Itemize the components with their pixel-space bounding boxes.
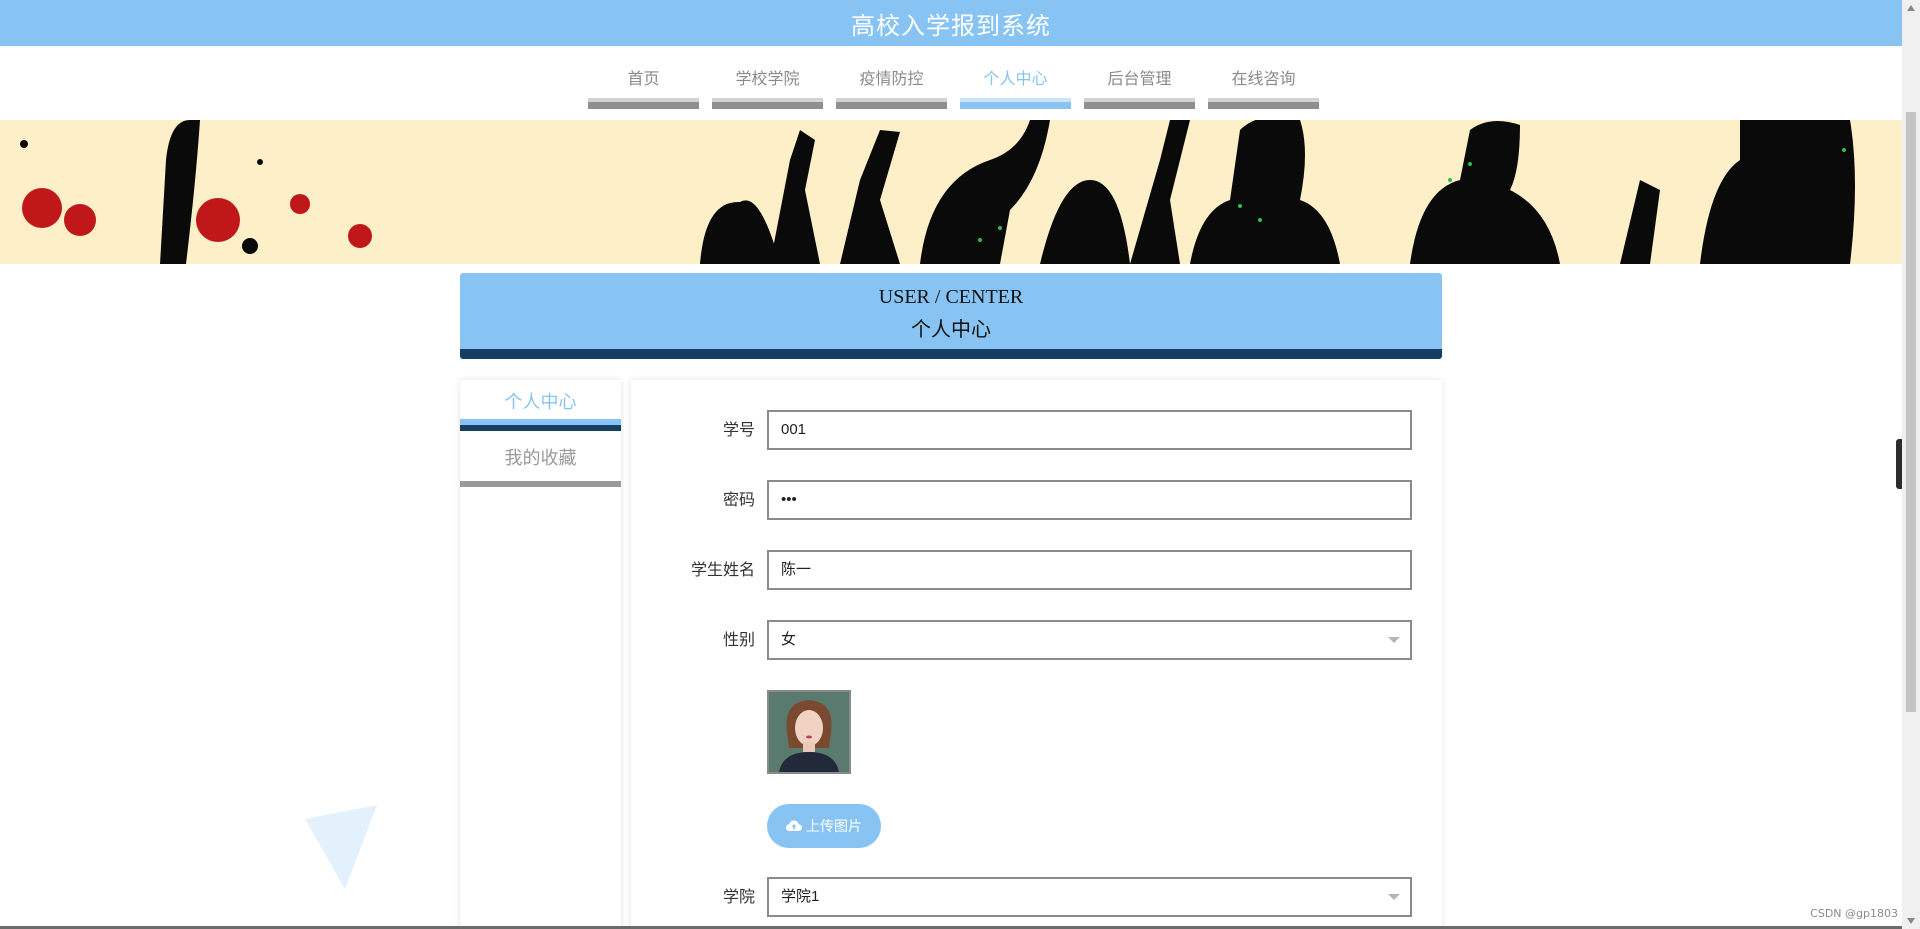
- side-item-user-center[interactable]: 个人中心: [460, 380, 621, 436]
- banner-image: [0, 120, 1902, 264]
- profile-form: 学号 001 密码 ••• 学生姓名 陈一 性别 女 上传图片 学院 学院1: [631, 380, 1442, 929]
- nav-item-bar: [1084, 98, 1195, 109]
- form-row-password: 密码 •••: [631, 480, 1442, 520]
- section-title-en: USER / CENTER: [878, 286, 1024, 308]
- gender-select[interactable]: 女: [767, 620, 1412, 660]
- scroll-down-arrow[interactable]: [1907, 918, 1915, 924]
- nav-item-consult[interactable]: 在线咨询: [1208, 58, 1319, 110]
- nav-item-colleges[interactable]: 学校学院: [712, 58, 823, 110]
- nav-item-bar: [836, 98, 947, 109]
- nav-item-label: 首页: [627, 69, 660, 88]
- form-row-student-id: 学号 001: [631, 410, 1442, 450]
- nav-item-bar: [1208, 98, 1319, 109]
- nav-item-label: 疫情防控: [859, 69, 924, 88]
- crowd-silhouette-illustration: [20, 120, 1855, 264]
- nav-item-bar: [712, 98, 823, 109]
- page: 高校入学报到系统 首页 学校学院 疫情防控 个人中心 后台管理 在线咨询 USE…: [0, 0, 1920, 929]
- upload-image-button[interactable]: 上传图片: [767, 804, 881, 848]
- side-item-label: 我的收藏: [504, 448, 577, 469]
- form-row-gender: 性别 女: [631, 620, 1442, 660]
- portrait-image: [769, 692, 849, 772]
- upload-button-label: 上传图片: [806, 819, 862, 835]
- form-row-college: 学院 学院1: [631, 877, 1442, 917]
- side-menu: 个人中心 我的收藏: [460, 380, 621, 929]
- avatar-photo: [767, 690, 851, 774]
- student-id-label: 学号: [722, 420, 755, 439]
- nav-item-epidemic[interactable]: 疫情防控: [836, 58, 947, 110]
- password-input[interactable]: •••: [767, 480, 1412, 520]
- college-label: 学院: [722, 887, 755, 906]
- section-header: USER / CENTER 个人中心: [460, 273, 1442, 359]
- student-id-input[interactable]: 001: [767, 410, 1412, 450]
- form-row-student-name: 学生姓名 陈一: [631, 550, 1442, 590]
- side-item-favorites[interactable]: 我的收藏: [460, 436, 621, 492]
- watermark: CSDN @gp1803: [1810, 907, 1898, 920]
- nav-item-label: 在线咨询: [1231, 69, 1296, 88]
- password-label: 密码: [722, 490, 755, 509]
- nav-item-label: 个人中心: [983, 69, 1048, 88]
- college-select[interactable]: 学院1: [767, 877, 1412, 917]
- section-title-cn: 个人中心: [911, 319, 991, 341]
- nav-item-bar: [960, 98, 1071, 109]
- nav-item-home[interactable]: 首页: [588, 58, 699, 110]
- nav-item-bar: [588, 98, 699, 109]
- scroll-up-arrow[interactable]: [1907, 5, 1915, 11]
- page-scrollbar[interactable]: [1902, 0, 1920, 929]
- scroll-thumb[interactable]: [1906, 112, 1916, 712]
- decorative-triangle: [305, 805, 377, 889]
- site-title: 高校入学报到系统: [851, 11, 1051, 40]
- student-name-label: 学生姓名: [690, 560, 755, 579]
- nav-item-label: 学校学院: [735, 69, 800, 88]
- title-bar: 高校入学报到系统: [0, 0, 1902, 46]
- nav-item-user-center[interactable]: 个人中心: [960, 58, 1071, 110]
- student-name-input[interactable]: 陈一: [767, 550, 1412, 590]
- side-item-bar: [460, 481, 621, 487]
- nav-item-admin[interactable]: 后台管理: [1084, 58, 1195, 110]
- nav-item-label: 后台管理: [1107, 69, 1172, 88]
- main-nav: 首页 学校学院 疫情防控 个人中心 后台管理 在线咨询: [588, 58, 1319, 110]
- gender-label: 性别: [722, 630, 755, 649]
- cloud-upload-icon: [786, 820, 802, 831]
